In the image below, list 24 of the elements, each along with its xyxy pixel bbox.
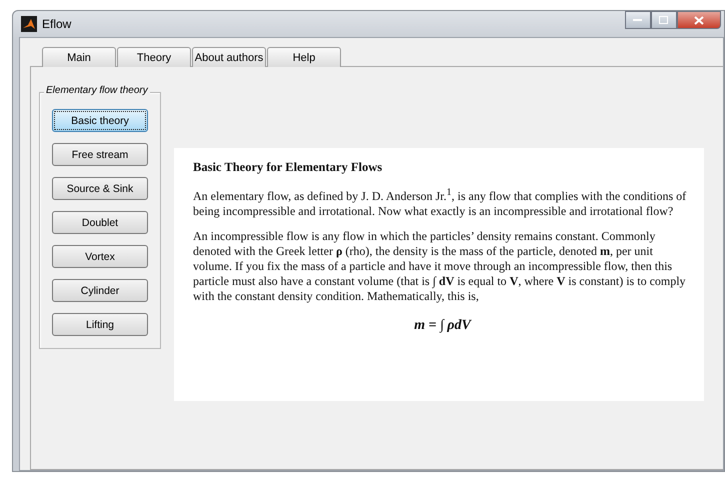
theory-button[interactable]: Basic theory <box>52 109 148 132</box>
theory-button[interactable]: Vortex <box>52 245 148 268</box>
window-title: Eflow <box>42 17 72 31</box>
maximize-icon <box>659 16 669 24</box>
theory-button[interactable]: Cylinder <box>52 279 148 302</box>
theory-button[interactable]: Free stream <box>52 143 148 166</box>
group-title: Elementary flow theory <box>44 85 150 96</box>
equation: m = ∫ ρdV <box>413 318 473 334</box>
theory-button[interactable]: Lifting <box>52 313 148 336</box>
theory-button[interactable]: Source & Sink <box>52 177 148 200</box>
close-button[interactable] <box>677 11 721 29</box>
paragraph: An elementary flow, as defined by J. D. Anderson Jr.$^{1}$, is any flow that complies with the conditions of being incompressible and irrotational. Now what exactly is an incompressible and irrotational flow? <box>193 186 688 219</box>
tab[interactable]: Help <box>267 47 341 67</box>
minimize-icon <box>633 18 643 22</box>
maximize-button[interactable] <box>651 11 677 29</box>
tab[interactable]: Main <box>42 47 116 67</box>
tab[interactable]: Theory <box>117 47 191 67</box>
theory-button[interactable]: Doublet <box>52 211 148 234</box>
minimize-button[interactable] <box>625 11 651 29</box>
document-heading: Basic Theory for Elementary Flows <box>193 160 384 175</box>
tab[interactable]: About authors <box>192 47 266 67</box>
close-icon <box>694 16 704 24</box>
paragraph: An incompressible flow is any flow in which the particles’ density remains constant. Commonly denoted with the Greek letter ρ (rho), the density is the mass of the particle, denoted m, per unit volume. If you fix the mass of a particle and have it move through an incompressible flow, then this particle must also have a constant volume (that is ∫ dV is equal to V, where V is constant) is to comply with the constant density condition. Mathematically, this is, <box>193 229 687 304</box>
app-logo-icon <box>21 16 37 32</box>
